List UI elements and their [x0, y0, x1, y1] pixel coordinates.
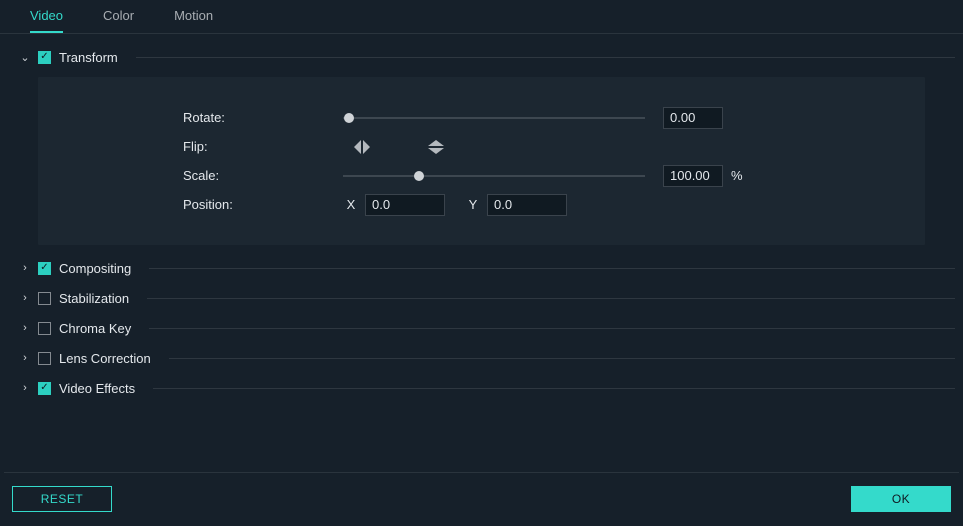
section-title-video-effects: Video Effects	[59, 381, 135, 396]
checkbox-compositing[interactable]	[38, 262, 51, 275]
checkbox-stabilization[interactable]	[38, 292, 51, 305]
chevron-down-icon: ⌄	[20, 51, 30, 64]
section-header-video-effects[interactable]: › Video Effects	[8, 373, 955, 403]
flip-horizontal-icon[interactable]	[353, 138, 371, 156]
input-rotate[interactable]	[663, 107, 723, 129]
chevron-right-icon: ›	[20, 322, 30, 334]
section-title-chroma-key: Chroma Key	[59, 321, 131, 336]
chevron-right-icon: ›	[20, 262, 30, 274]
checkbox-lens-correction[interactable]	[38, 352, 51, 365]
section-header-compositing[interactable]: › Compositing	[8, 253, 955, 283]
footer: RESET OK	[0, 472, 963, 526]
section-title-lens-correction: Lens Correction	[59, 351, 151, 366]
tab-video[interactable]: Video	[30, 8, 63, 33]
checkbox-video-effects[interactable]	[38, 382, 51, 395]
chevron-right-icon: ›	[20, 352, 30, 364]
section-header-lens-correction[interactable]: › Lens Correction	[8, 343, 955, 373]
label-scale: Scale:	[183, 168, 343, 183]
row-position: Position: X Y	[38, 190, 925, 219]
row-flip: Flip:	[38, 132, 925, 161]
section-title-transform: Transform	[59, 50, 118, 65]
inspector-content: ⌄ Transform Rotate: Flip:	[0, 34, 963, 403]
label-flip: Flip:	[183, 139, 343, 154]
reset-button[interactable]: RESET	[12, 486, 112, 512]
section-title-compositing: Compositing	[59, 261, 131, 276]
tab-motion[interactable]: Motion	[174, 8, 213, 33]
label-pos-y: Y	[465, 197, 481, 212]
flip-vertical-icon[interactable]	[427, 138, 445, 156]
checkbox-chroma-key[interactable]	[38, 322, 51, 335]
section-title-stabilization: Stabilization	[59, 291, 129, 306]
label-position: Position:	[183, 197, 343, 212]
section-header-stabilization[interactable]: › Stabilization	[8, 283, 955, 313]
checkbox-transform[interactable]	[38, 51, 51, 64]
transform-panel: Rotate: Flip:	[38, 77, 925, 245]
section-header-chroma-key[interactable]: › Chroma Key	[8, 313, 955, 343]
slider-scale[interactable]	[343, 169, 645, 183]
unit-scale: %	[731, 168, 743, 183]
slider-thumb-rotate[interactable]	[344, 113, 354, 123]
row-scale: Scale: %	[38, 161, 925, 190]
slider-thumb-scale[interactable]	[414, 171, 424, 181]
row-rotate: Rotate:	[38, 103, 925, 132]
input-scale[interactable]	[663, 165, 723, 187]
label-pos-x: X	[343, 197, 359, 212]
tab-color[interactable]: Color	[103, 8, 134, 33]
chevron-right-icon: ›	[20, 292, 30, 304]
input-pos-y[interactable]	[487, 194, 567, 216]
slider-rotate[interactable]	[343, 111, 645, 125]
inspector-tabs: Video Color Motion	[0, 0, 963, 34]
label-rotate: Rotate:	[183, 110, 343, 125]
ok-button[interactable]: OK	[851, 486, 951, 512]
input-pos-x[interactable]	[365, 194, 445, 216]
section-header-transform[interactable]: ⌄ Transform	[8, 42, 955, 72]
chevron-right-icon: ›	[20, 382, 30, 394]
